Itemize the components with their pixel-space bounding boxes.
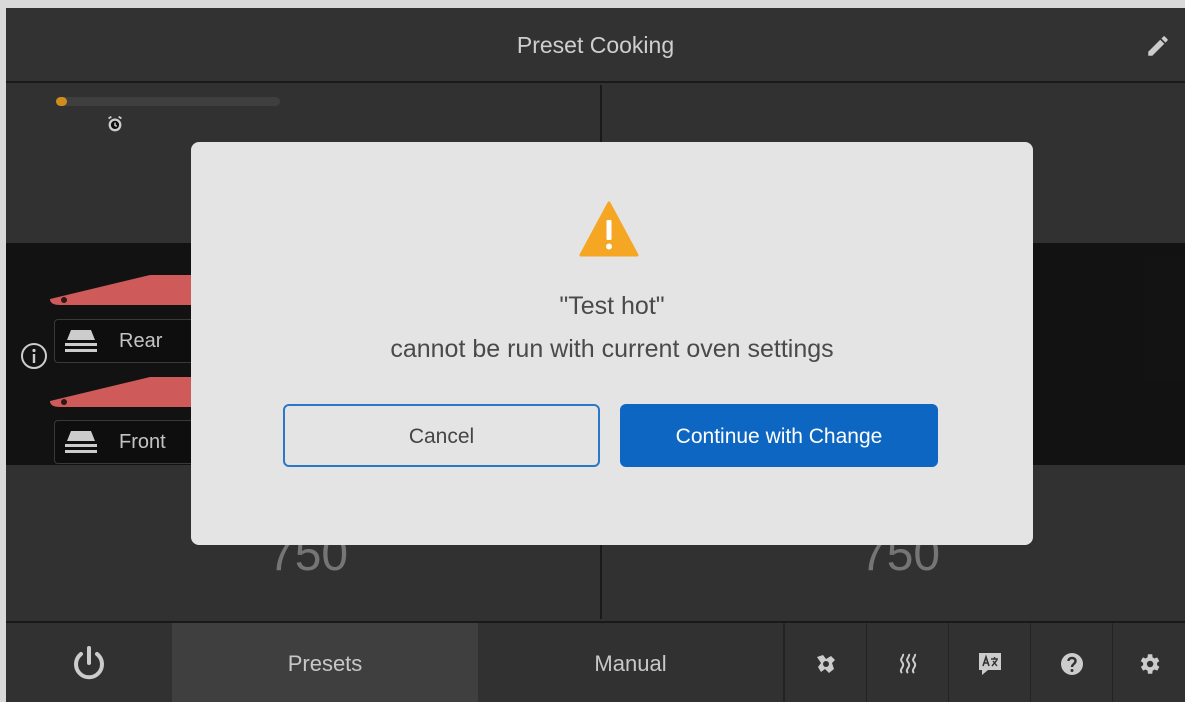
dialog-message: cannot be run with current oven settings [390,335,834,363]
warning-icon [579,201,639,257]
dialog-preset-name: "Test hot" [559,292,665,320]
cancel-button[interactable]: Cancel [283,404,600,467]
continue-with-change-button[interactable]: Continue with Change [620,404,938,467]
confirm-dialog: "Test hot" cannot be run with current ov… [191,142,1033,545]
modal-overlay: "Test hot" cannot be run with current ov… [0,0,1185,702]
